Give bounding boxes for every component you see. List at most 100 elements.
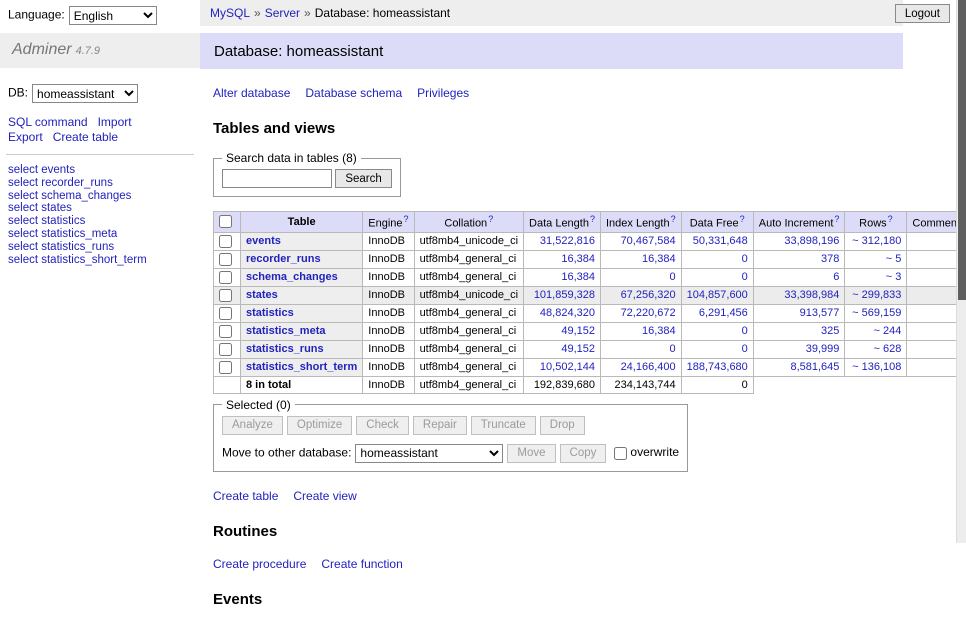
move-db-select[interactable]: homeassistant — [355, 444, 503, 463]
rows-count-link[interactable]: ~ 3 — [886, 271, 902, 283]
db-select[interactable]: homeassistant — [32, 84, 138, 103]
index-length-link[interactable]: 70,467,584 — [621, 235, 676, 247]
truncate-button[interactable]: Truncate — [471, 416, 536, 435]
logout-button[interactable]: Logout — [895, 4, 950, 23]
auto-increment-link[interactable]: 8,581,645 — [790, 361, 839, 373]
data-free-link[interactable]: 104,857,600 — [687, 289, 748, 301]
doc-help-link[interactable]: ? — [590, 214, 595, 224]
sidebar-table-link[interactable]: select statistics_runs — [8, 241, 114, 253]
data-length-link[interactable]: 16,384 — [561, 271, 595, 283]
create-table-link-bottom[interactable]: Create table — [213, 489, 278, 503]
doc-help-link[interactable]: ? — [404, 214, 409, 224]
rows-count-link[interactable]: ~ 312,180 — [852, 235, 901, 247]
doc-help-link[interactable]: ? — [671, 214, 676, 224]
data-length-link[interactable]: 10,502,144 — [540, 361, 595, 373]
row-checkbox[interactable] — [219, 343, 232, 356]
sidebar-table-link[interactable]: select events — [8, 164, 75, 176]
analyze-button[interactable]: Analyze — [222, 416, 283, 435]
index-length-link[interactable]: 67,256,320 — [621, 289, 676, 301]
index-length-link[interactable]: 72,220,672 — [621, 307, 676, 319]
copy-button[interactable]: Copy — [560, 444, 607, 463]
rows-count-link[interactable]: ~ 136,108 — [852, 361, 901, 373]
data-free-link[interactable]: 50,331,648 — [693, 235, 748, 247]
data-length-link[interactable]: 49,152 — [561, 343, 595, 355]
select-all-checkbox[interactable] — [219, 215, 232, 228]
table-name-link[interactable]: schema_changes — [246, 271, 338, 283]
data-free-link[interactable]: 0 — [742, 271, 748, 283]
create-procedure-link[interactable]: Create procedure — [213, 557, 306, 571]
sidebar-table-link[interactable]: select statistics — [8, 215, 85, 227]
rows-count-link[interactable]: ~ 299,833 — [852, 289, 901, 301]
search-button[interactable]: Search — [335, 169, 391, 188]
table-name-link[interactable]: statistics — [246, 307, 294, 319]
import-link[interactable]: Import — [98, 115, 132, 129]
doc-help-link[interactable]: ? — [834, 214, 839, 224]
rows-count-link[interactable]: ~ 244 — [874, 325, 902, 337]
sidebar-table-link[interactable]: select statistics_meta — [8, 228, 117, 240]
table-name-link[interactable]: recorder_runs — [246, 253, 321, 265]
index-length-link[interactable]: 0 — [670, 343, 676, 355]
privileges-link[interactable]: Privileges — [417, 86, 469, 100]
database-schema-link[interactable]: Database schema — [305, 86, 402, 100]
auto-increment-link[interactable]: 6 — [833, 271, 839, 283]
rows-count-link[interactable]: ~ 569,159 — [852, 307, 901, 319]
data-free-link[interactable]: 6,291,456 — [699, 307, 748, 319]
row-checkbox[interactable] — [219, 325, 232, 338]
table-name-link[interactable]: statistics_runs — [246, 343, 324, 355]
rows-count-link[interactable]: ~ 628 — [874, 343, 902, 355]
sidebar-table-link[interactable]: select recorder_runs — [8, 177, 113, 189]
auto-increment-link[interactable]: 33,398,984 — [784, 289, 839, 301]
rows-count-link[interactable]: ~ 5 — [886, 253, 902, 265]
vertical-scrollbar[interactable] — [956, 0, 966, 543]
sidebar-table-link[interactable]: select schema_changes — [8, 190, 131, 202]
data-length-link[interactable]: 49,152 — [561, 325, 595, 337]
row-checkbox[interactable] — [219, 289, 232, 302]
data-free-link[interactable]: 0 — [742, 325, 748, 337]
auto-increment-link[interactable]: 39,999 — [806, 343, 840, 355]
table-name-link[interactable]: statistics_meta — [246, 325, 326, 337]
data-length-link[interactable]: 101,859,328 — [534, 289, 595, 301]
doc-help-link[interactable]: ? — [888, 214, 893, 224]
sql-command-link[interactable]: SQL command — [8, 115, 88, 129]
alter-database-link[interactable]: Alter database — [213, 86, 290, 100]
breadcrumb-mysql-link[interactable]: MySQL — [210, 6, 250, 20]
data-free-link[interactable]: 188,743,680 — [687, 361, 748, 373]
overwrite-option[interactable]: overwrite — [614, 445, 679, 459]
index-length-link[interactable]: 0 — [670, 271, 676, 283]
optimize-button[interactable]: Optimize — [287, 416, 352, 435]
index-length-link[interactable]: 16,384 — [642, 253, 676, 265]
index-length-link[interactable]: 16,384 — [642, 325, 676, 337]
auto-increment-link[interactable]: 913,577 — [800, 307, 840, 319]
check-button[interactable]: Check — [356, 416, 409, 435]
auto-increment-link[interactable]: 33,898,196 — [784, 235, 839, 247]
doc-help-link[interactable]: ? — [488, 214, 493, 224]
create-table-link[interactable]: Create table — [53, 130, 118, 144]
row-checkbox[interactable] — [219, 271, 232, 284]
index-length-link[interactable]: 24,166,400 — [621, 361, 676, 373]
row-checkbox[interactable] — [219, 307, 232, 320]
repair-button[interactable]: Repair — [413, 416, 467, 435]
data-free-link[interactable]: 0 — [742, 343, 748, 355]
breadcrumb-server-link[interactable]: Server — [265, 6, 300, 20]
row-checkbox[interactable] — [219, 361, 232, 374]
overwrite-checkbox[interactable] — [614, 447, 627, 460]
data-length-link[interactable]: 16,384 — [561, 253, 595, 265]
doc-help-link[interactable]: ? — [740, 214, 745, 224]
search-input[interactable] — [222, 169, 332, 188]
export-link[interactable]: Export — [8, 130, 43, 144]
language-select[interactable]: English — [69, 6, 157, 25]
row-checkbox[interactable] — [219, 253, 232, 266]
auto-increment-link[interactable]: 325 — [821, 325, 839, 337]
table-name-link[interactable]: states — [246, 289, 278, 301]
sidebar-table-link[interactable]: select states — [8, 202, 72, 214]
create-function-link[interactable]: Create function — [321, 557, 402, 571]
row-checkbox[interactable] — [219, 235, 232, 248]
sidebar-table-link[interactable]: select statistics_short_term — [8, 254, 147, 266]
drop-button[interactable]: Drop — [540, 416, 585, 435]
table-name-link[interactable]: events — [246, 235, 281, 247]
data-free-link[interactable]: 0 — [742, 253, 748, 265]
scrollbar-thumb[interactable] — [958, 0, 966, 300]
data-length-link[interactable]: 48,824,320 — [540, 307, 595, 319]
create-view-link[interactable]: Create view — [293, 489, 356, 503]
move-button[interactable]: Move — [507, 444, 555, 463]
